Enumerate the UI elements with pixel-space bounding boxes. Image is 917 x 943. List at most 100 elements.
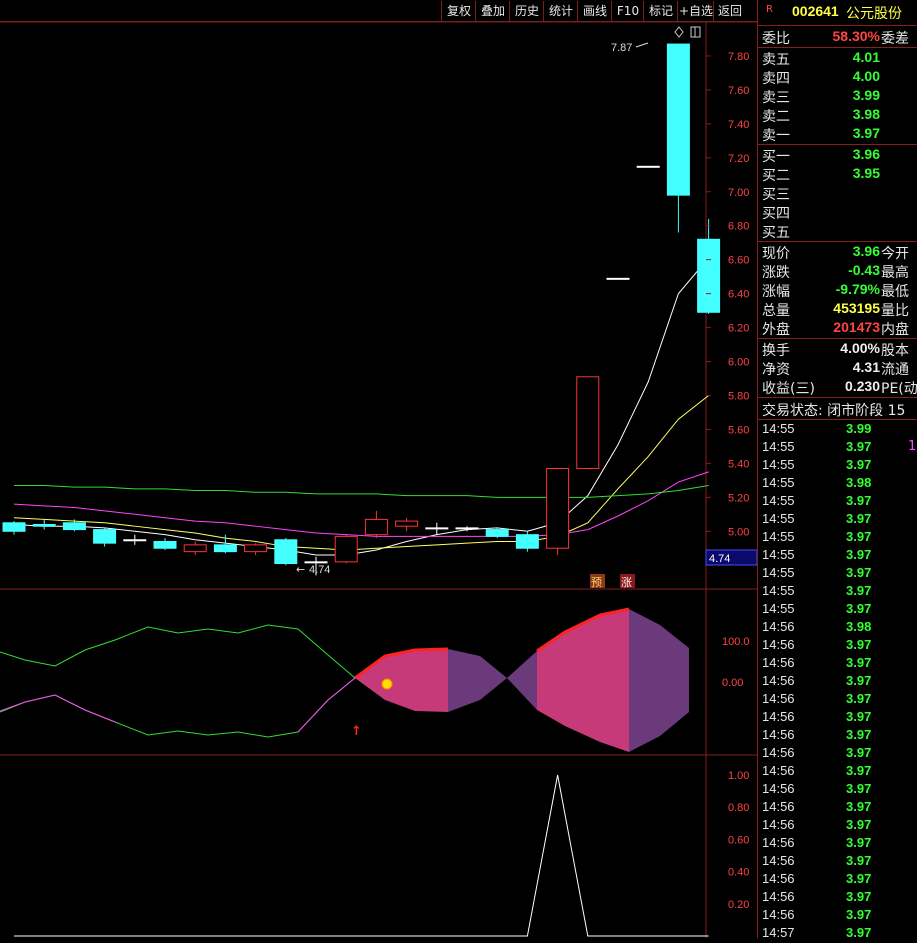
ratio-right-label: 委差 <box>881 31 909 47</box>
buy-arrow-icon: ↑ <box>351 724 362 739</box>
toolbar-button-0[interactable]: 复权 <box>441 1 476 21</box>
toolbar-button-2[interactable]: 历史 <box>509 1 544 21</box>
indicator-magenta-rise <box>297 677 356 733</box>
quote-row-1[interactable]: 涨跌 -0.43 最高 <box>760 262 917 281</box>
tick-row: 14:56 3.97 <box>760 871 917 889</box>
current-price-label: 4.74 <box>709 553 730 565</box>
tick-time: 14:56 <box>762 781 795 796</box>
moving-average-lines <box>13 257 709 556</box>
axis-label: 5.40 <box>728 458 749 470</box>
tick-row: 14:56 3.98 <box>760 619 917 637</box>
tick-row: 14:55 3.97 <box>760 457 917 475</box>
axis-label: 7.20 <box>728 153 749 165</box>
volume-axis-label: 0.60 <box>728 834 749 846</box>
fund-row-2[interactable]: 收益(三) 0.230 PE(动 <box>760 378 917 397</box>
sell-level-3-value: 3.99 <box>852 87 880 103</box>
toolbar-button-6[interactable]: 标记 <box>643 1 678 21</box>
tick-time: 14:56 <box>762 619 795 634</box>
toolbar-button-4[interactable]: 画线 <box>577 1 612 21</box>
quote-row-3[interactable]: 总量 453195 量比 <box>760 300 917 319</box>
volume-axis-label: 1.00 <box>728 770 749 782</box>
toolbar: 复权 叠加 历史 统计 画线 F10 标记 +自选 返回 <box>0 0 757 22</box>
axis-label: 7.00 <box>728 187 749 199</box>
tick-price: 3.97 <box>846 853 872 868</box>
diamond-icon[interactable] <box>674 26 684 38</box>
buy-level-2[interactable]: 买二 3.95 <box>760 165 917 184</box>
tick-price: 3.97 <box>846 565 872 580</box>
toolbar-button-8[interactable]: 返回 <box>713 1 746 21</box>
tick-row: 14:56 3.97 <box>760 889 917 907</box>
sell-level-2[interactable]: 卖二 3.98 <box>760 106 917 125</box>
buy-level-2-label: 买二 <box>762 168 790 184</box>
buy-level-3-label: 买三 <box>762 187 790 203</box>
sell-level-4[interactable]: 卖四 4.00 <box>760 68 917 87</box>
tick-price: 3.97 <box>846 871 872 886</box>
candle <box>576 376 600 469</box>
sell-level-5[interactable]: 卖五 4.01 <box>760 49 917 68</box>
candle <box>93 527 117 547</box>
quote-row-4[interactable]: 外盘 201473 内盘 <box>760 319 917 338</box>
volume-panel <box>14 774 709 937</box>
fund-row-0-value: 4.00% <box>840 340 880 356</box>
quote-row-2[interactable]: 涨幅 -9.79% 最低 <box>760 281 917 300</box>
fund-row-0[interactable]: 换手 4.00% 股本 <box>760 340 917 359</box>
toolbar-button-1[interactable]: 叠加 <box>475 1 510 21</box>
toolbar-button-5[interactable]: F10 <box>611 1 644 21</box>
axis-label: 6.80 <box>728 221 749 233</box>
stock-name: 公元股份 <box>846 6 902 22</box>
axis-label: 5.60 <box>728 424 749 436</box>
tick-time: 14:56 <box>762 817 795 832</box>
tick-time: 14:55 <box>762 439 795 454</box>
candle-body <box>576 376 600 469</box>
buy-level-1[interactable]: 买一 3.96 <box>760 146 917 165</box>
tick-time: 14:55 <box>762 511 795 526</box>
kline-chart[interactable]: 7.80 7.60 7.40 7.20 7.00 6.80 6.60 6.40 6.20 6.00… <box>0 0 757 938</box>
candle <box>244 543 268 556</box>
buy-level-2-value: 3.95 <box>852 165 880 181</box>
sell-level-5-value: 4.01 <box>852 49 880 65</box>
tick-time: 14:55 <box>762 565 795 580</box>
tick-row: 14:55 3.98 <box>760 475 917 493</box>
tick-row: 14:56 3.97 <box>760 853 917 871</box>
stock-code: 002641 <box>792 3 839 19</box>
candle <box>395 517 419 532</box>
tick-row: 14:56 3.97 <box>760 691 917 709</box>
tick-price: 3.97 <box>846 673 872 688</box>
buy-level-5[interactable]: 买五 <box>760 222 917 241</box>
candle <box>485 527 509 539</box>
tick-row: 14:56 3.97 <box>760 709 917 727</box>
tick-price: 3.97 <box>846 907 872 922</box>
quote-row-0[interactable]: 现价 3.96 今开 <box>760 243 917 262</box>
fund-row-2-value: 0.230 <box>844 378 880 394</box>
ma-line <box>14 484 709 498</box>
chart-frame <box>0 21 757 938</box>
tick-time: 14:56 <box>762 691 795 706</box>
tick-price: 3.98 <box>846 475 872 490</box>
toolbar-button-7[interactable]: +自选 <box>677 1 714 21</box>
fund-row-2-right-label: PE(动 <box>881 381 917 397</box>
candle-body <box>153 540 177 549</box>
fund-row-0-label: 换手 <box>762 343 790 359</box>
sell-level-1[interactable]: 卖一 3.97 <box>760 125 917 144</box>
fund-row-0-right-label: 股本 <box>881 343 909 359</box>
fund-row-1[interactable]: 净资 4.31 流通 <box>760 359 917 378</box>
tick-row: 14:56 3.97 <box>760 907 917 925</box>
tick-time: 14:56 <box>762 889 795 904</box>
high-annotation: 7.87 <box>611 42 632 54</box>
buy-level-4[interactable]: 买四 <box>760 203 917 222</box>
quote-row-0-value: 3.96 <box>852 243 880 259</box>
tick-row: 14:55 3.97 <box>760 529 917 547</box>
sell-level-3[interactable]: 卖三 3.99 <box>760 87 917 106</box>
toolbar-button-3[interactable]: 统计 <box>543 1 578 21</box>
tick-row: 14:55 3.99 <box>760 421 917 439</box>
candle <box>123 534 147 545</box>
tick-price: 3.97 <box>846 457 872 472</box>
tick-time: 14:55 <box>762 529 795 544</box>
panel-toggle-icon[interactable] <box>690 26 701 38</box>
buy-level-3[interactable]: 买三 <box>760 184 917 203</box>
quote-row-1-value: -0.43 <box>848 262 880 278</box>
candle-body <box>32 523 56 527</box>
candle <box>334 534 358 564</box>
axis-label: 6.20 <box>728 323 749 335</box>
tick-time: 14:55 <box>762 547 795 562</box>
